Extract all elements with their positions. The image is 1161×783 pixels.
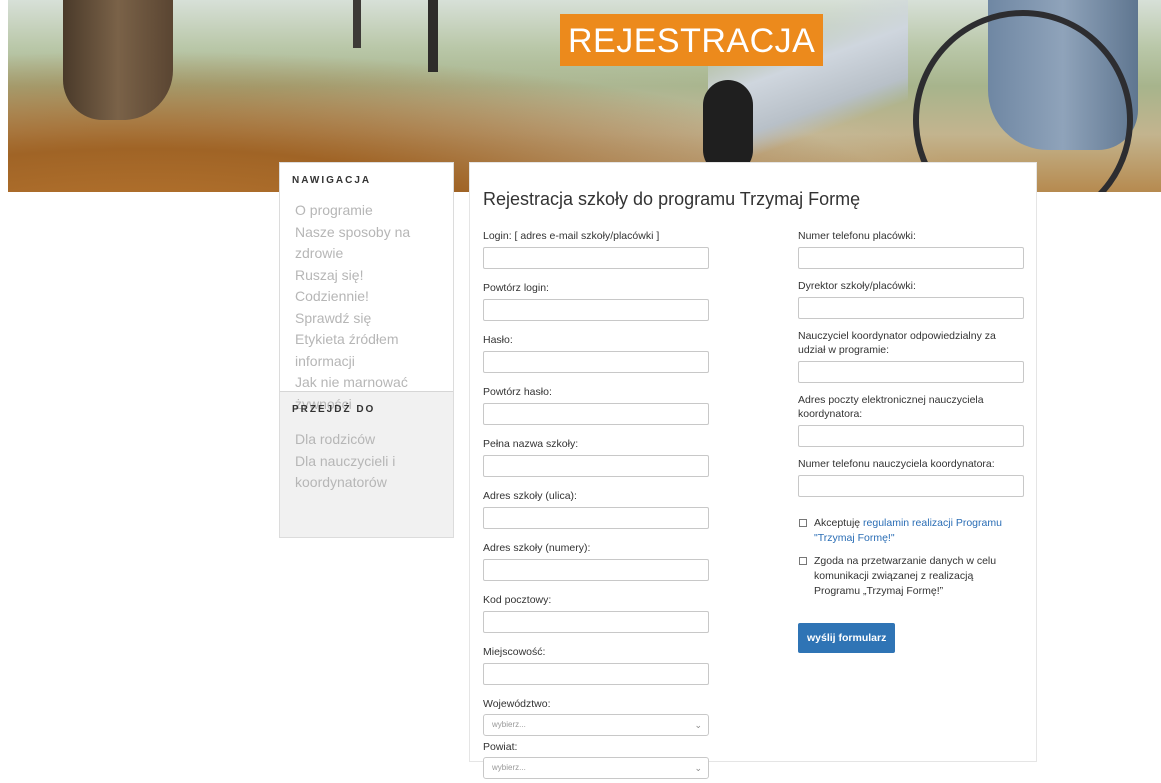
- terms-consent-prefix: Akceptuję: [814, 517, 864, 529]
- coordinator-email-field-group: Adres poczty elektronicznej nauczyciela …: [798, 393, 1024, 447]
- terms-checkbox[interactable]: [799, 519, 807, 527]
- school-name-label: Pełna nazwa szkoły:: [483, 438, 579, 450]
- sidebar-item-sprawdz-sie[interactable]: Sprawdź się: [295, 308, 441, 330]
- city-label: Miejscowość:: [483, 646, 546, 658]
- chevron-down-icon: ⌄: [694, 763, 702, 773]
- city-input[interactable]: [483, 663, 709, 685]
- school-name-input[interactable]: [483, 455, 709, 477]
- street-label: Adres szkoły (ulica):: [483, 490, 577, 502]
- postal-code-field-group: Kod pocztowy:: [483, 593, 709, 633]
- voivodeship-field-group: Województwo: wybierz... ⌄: [483, 697, 709, 736]
- coordinator-phone-field-group: Numer telefonu nauczyciela koordynatora:: [798, 457, 1024, 497]
- terms-consent: Akceptuję regulamin realizacji Programu …: [798, 516, 1008, 546]
- director-input[interactable]: [798, 297, 1024, 319]
- login-label: Login: [ adres e-mail szkoły/placówki ]: [483, 230, 660, 242]
- city-field-group: Miejscowość:: [483, 645, 709, 685]
- form-left-column: Login: [ adres e-mail szkoły/placówki ] …: [483, 229, 709, 783]
- password-field-group: Hasło:: [483, 333, 709, 373]
- numbers-input[interactable]: [483, 559, 709, 581]
- sidebar: NAWIGACJA O programie Nasze sposoby na z…: [279, 162, 454, 538]
- submit-button[interactable]: wyślij formularz: [798, 623, 896, 653]
- voivodeship-label: Województwo:: [483, 698, 551, 710]
- sidebar-goto: PRZEJDŹ DO Dla rodziców Dla nauczycieli …: [280, 392, 453, 504]
- sidebar-item-dla-rodzicow[interactable]: Dla rodziców: [295, 429, 441, 451]
- street-field-group: Adres szkoły (ulica):: [483, 489, 709, 529]
- director-field-group: Dyrektor szkoły/placówki:: [798, 279, 1024, 319]
- banner-post: [353, 0, 361, 48]
- repeat-login-input[interactable]: [483, 299, 709, 321]
- login-field-group: Login: [ adres e-mail szkoły/placówki ]: [483, 229, 709, 269]
- repeat-password-input[interactable]: [483, 403, 709, 425]
- numbers-label: Adres szkoły (numery):: [483, 542, 591, 554]
- password-input[interactable]: [483, 351, 709, 373]
- sidebar-item-dla-nauczycieli[interactable]: Dla nauczycieli i koordynatorów: [295, 451, 441, 494]
- director-label: Dyrektor szkoły/placówki:: [798, 280, 916, 292]
- school-phone-field-group: Numer telefonu placówki:: [798, 229, 1024, 269]
- coordinator-email-input[interactable]: [798, 425, 1024, 447]
- county-select[interactable]: wybierz... ⌄: [483, 757, 709, 779]
- street-input[interactable]: [483, 507, 709, 529]
- county-field-group: Powiat: wybierz... ⌄: [483, 740, 709, 779]
- school-name-field-group: Pełna nazwa szkoły:: [483, 437, 709, 477]
- repeat-password-field-group: Powtórz hasło:: [483, 385, 709, 425]
- school-phone-input[interactable]: [798, 247, 1024, 269]
- repeat-login-label: Powtórz login:: [483, 282, 549, 294]
- voivodeship-select-value: wybierz...: [492, 720, 526, 729]
- coordinator-field-group: Nauczyciel koordynator odpowiedzialny za…: [798, 329, 1024, 383]
- page-title: REJESTRACJA: [560, 14, 824, 66]
- registration-form-card: Rejestracja szkoły do programu Trzymaj F…: [469, 162, 1037, 779]
- login-input[interactable]: [483, 247, 709, 269]
- county-label: Powiat:: [483, 741, 518, 753]
- coordinator-phone-input[interactable]: [798, 475, 1024, 497]
- sidebar-goto-heading: PRZEJDŹ DO: [292, 404, 376, 415]
- school-phone-label: Numer telefonu placówki:: [798, 230, 916, 242]
- data-consent: Zgoda na przetwarzanie danych w celu kom…: [798, 554, 1008, 599]
- data-consent-text: Zgoda na przetwarzanie danych w celu kom…: [814, 555, 997, 597]
- sidebar-item-sposoby-na-zdrowie[interactable]: Nasze sposoby na zdrowie: [295, 222, 441, 265]
- banner-tree-trunk: [63, 0, 173, 120]
- banner-bike-tire: [703, 80, 753, 175]
- data-consent-checkbox[interactable]: [799, 557, 807, 565]
- consents: Akceptuję regulamin realizacji Programu …: [798, 516, 1008, 607]
- voivodeship-select[interactable]: wybierz... ⌄: [483, 714, 709, 736]
- form-heading: Rejestracja szkoły do programu Trzymaj F…: [483, 189, 861, 209]
- password-label: Hasło:: [483, 334, 513, 346]
- form-right-column: Numer telefonu placówki: Dyrektor szkoły…: [798, 229, 1024, 507]
- sidebar-item-ruszaj-sie[interactable]: Ruszaj się! Codziennie!: [295, 265, 441, 308]
- sidebar-item-o-programie[interactable]: O programie: [295, 200, 441, 222]
- repeat-password-label: Powtórz hasło:: [483, 386, 552, 398]
- coordinator-email-label: Adres poczty elektronicznej nauczyciela …: [798, 394, 984, 420]
- repeat-login-field-group: Powtórz login:: [483, 281, 709, 321]
- county-select-value: wybierz...: [492, 763, 526, 772]
- sidebar-nav-heading: NAWIGACJA: [292, 175, 372, 186]
- sidebar-navigation: NAWIGACJA O programie Nasze sposoby na z…: [280, 163, 453, 412]
- postal-code-input[interactable]: [483, 611, 709, 633]
- coordinator-phone-label: Numer telefonu nauczyciela koordynatora:: [798, 458, 995, 470]
- numbers-field-group: Adres szkoły (numery):: [483, 541, 709, 581]
- postal-code-label: Kod pocztowy:: [483, 594, 552, 606]
- coordinator-input[interactable]: [798, 361, 1024, 383]
- coordinator-label: Nauczyciel koordynator odpowiedzialny za…: [798, 330, 996, 356]
- chevron-down-icon: ⌄: [694, 720, 702, 730]
- sidebar-item-etykieta[interactable]: Etykieta źródłem informacji: [295, 329, 441, 372]
- banner-post: [428, 0, 438, 72]
